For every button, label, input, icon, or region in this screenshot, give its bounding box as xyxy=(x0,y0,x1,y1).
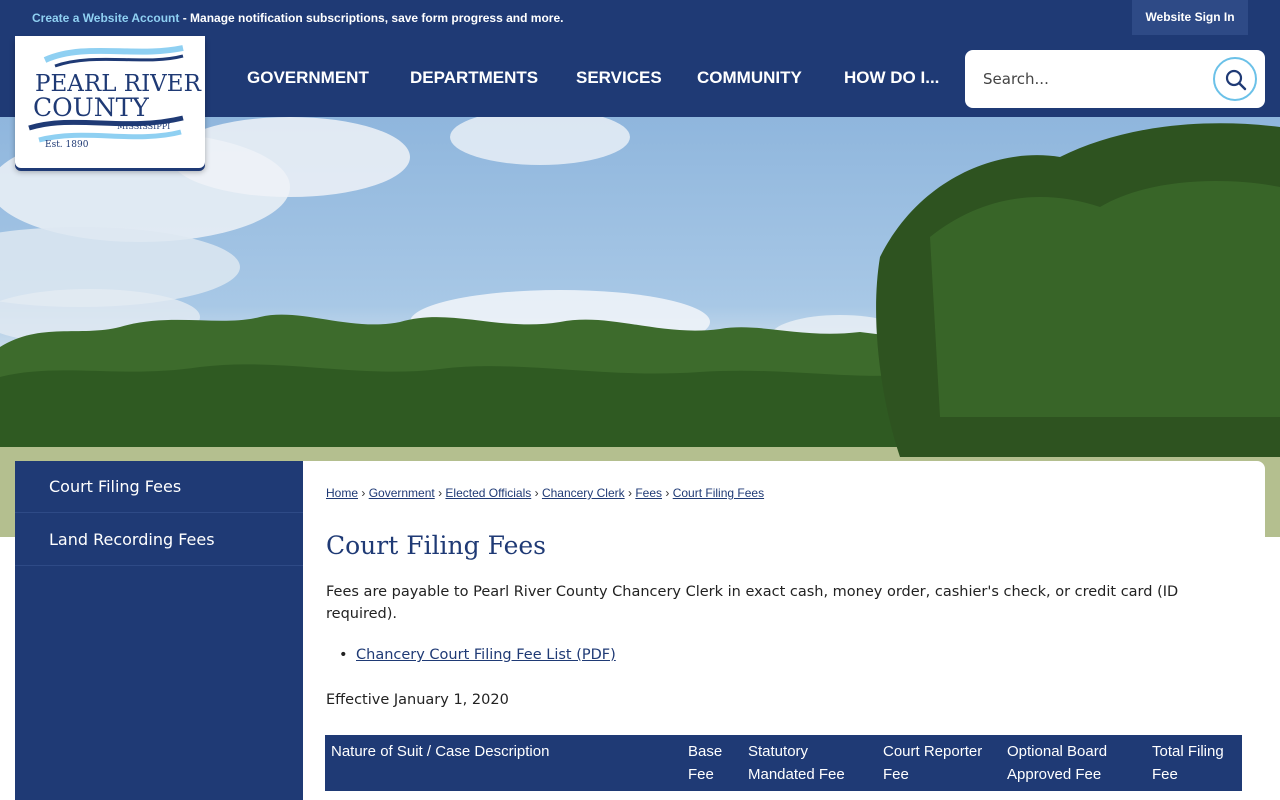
effective-date: Effective January 1, 2020 xyxy=(326,692,509,708)
list-bullet: • xyxy=(339,647,348,663)
column-header-court-reporter-fee: Court Reporter Fee xyxy=(883,743,983,783)
sidebar-item-land-recording-fees[interactable]: Land Recording Fees xyxy=(15,514,303,566)
nav-community[interactable]: COMMUNITY xyxy=(697,68,802,88)
column-header-base-fee: Base Fee xyxy=(688,743,723,783)
sign-in-button[interactable]: Website Sign In xyxy=(1132,0,1248,35)
nav-departments[interactable]: DEPARTMENTS xyxy=(410,68,538,88)
breadcrumb: Home › Government › Elected Officials › … xyxy=(326,486,764,500)
breadcrumb-elected-officials[interactable]: Elected Officials xyxy=(445,486,531,500)
main-content: Home › Government › Elected Officials › … xyxy=(303,461,1265,800)
breadcrumb-separator: › xyxy=(361,486,366,500)
account-message-text: - Manage notification subscriptions, sav… xyxy=(179,11,564,25)
document-list: • Chancery Court Filing Fee List (PDF) xyxy=(339,647,616,663)
intro-text: Fees are payable to Pearl River County C… xyxy=(326,584,1179,622)
breadcrumb-home[interactable]: Home xyxy=(326,486,358,500)
column-header-nature-of-suit: Nature of Suit / Case Description xyxy=(331,743,550,760)
utility-bar: Create a Website Account - Manage notifi… xyxy=(0,0,1280,36)
sidebar-nav: Court Filing Fees Land Recording Fees xyxy=(15,461,303,800)
breadcrumb-separator: › xyxy=(665,486,670,500)
breadcrumb-chancery-clerk[interactable]: Chancery Clerk xyxy=(542,486,625,500)
sidebar-item-label: Land Recording Fees xyxy=(49,530,215,549)
breadcrumb-court-filing-fees[interactable]: Court Filing Fees xyxy=(673,486,764,500)
breadcrumb-separator: › xyxy=(438,486,443,500)
fee-list-pdf-link[interactable]: Chancery Court Filing Fee List (PDF) xyxy=(356,647,616,663)
column-header-total-filing-fee: Total Filing Fee xyxy=(1152,743,1224,783)
column-header-statutory-fee: Statutory Mandated Fee xyxy=(748,743,845,783)
table-row xyxy=(325,791,1242,800)
search-box xyxy=(965,50,1265,108)
breadcrumb-separator: › xyxy=(534,486,539,500)
nav-services[interactable]: SERVICES xyxy=(576,68,662,88)
breadcrumb-separator: › xyxy=(627,486,632,500)
page-title: Court Filing Fees xyxy=(326,531,547,560)
logo-est: Est. 1890 xyxy=(45,140,89,150)
search-button[interactable] xyxy=(1213,57,1257,101)
column-header-optional-board-fee: Optional Board Approved Fee xyxy=(1007,743,1108,783)
create-account-link[interactable]: Create a Website Account xyxy=(32,11,179,25)
breadcrumb-fees[interactable]: Fees xyxy=(635,486,662,500)
search-input[interactable] xyxy=(983,66,1203,92)
logo-state: MISSISSIPPI xyxy=(117,122,170,131)
sidebar-item-court-filing-fees[interactable]: Court Filing Fees xyxy=(15,461,303,513)
fee-table-header: Nature of Suit / Case Description Base F… xyxy=(325,735,1242,791)
logo-text-line2: COUNTY xyxy=(33,93,149,122)
nav-government[interactable]: GOVERNMENT xyxy=(247,68,369,88)
county-logo[interactable]: PEARL RIVER COUNTY MISSISSIPPI Est. 1890 xyxy=(15,36,205,168)
nav-how-do-i[interactable]: HOW DO I... xyxy=(844,68,939,88)
search-icon xyxy=(1225,69,1247,91)
account-message: Create a Website Account - Manage notifi… xyxy=(32,11,563,25)
logo-graphic: PEARL RIVER COUNTY MISSISSIPPI Est. 1890 xyxy=(28,45,202,150)
breadcrumb-government[interactable]: Government xyxy=(369,486,435,500)
sidebar-item-label: Court Filing Fees xyxy=(49,477,182,496)
